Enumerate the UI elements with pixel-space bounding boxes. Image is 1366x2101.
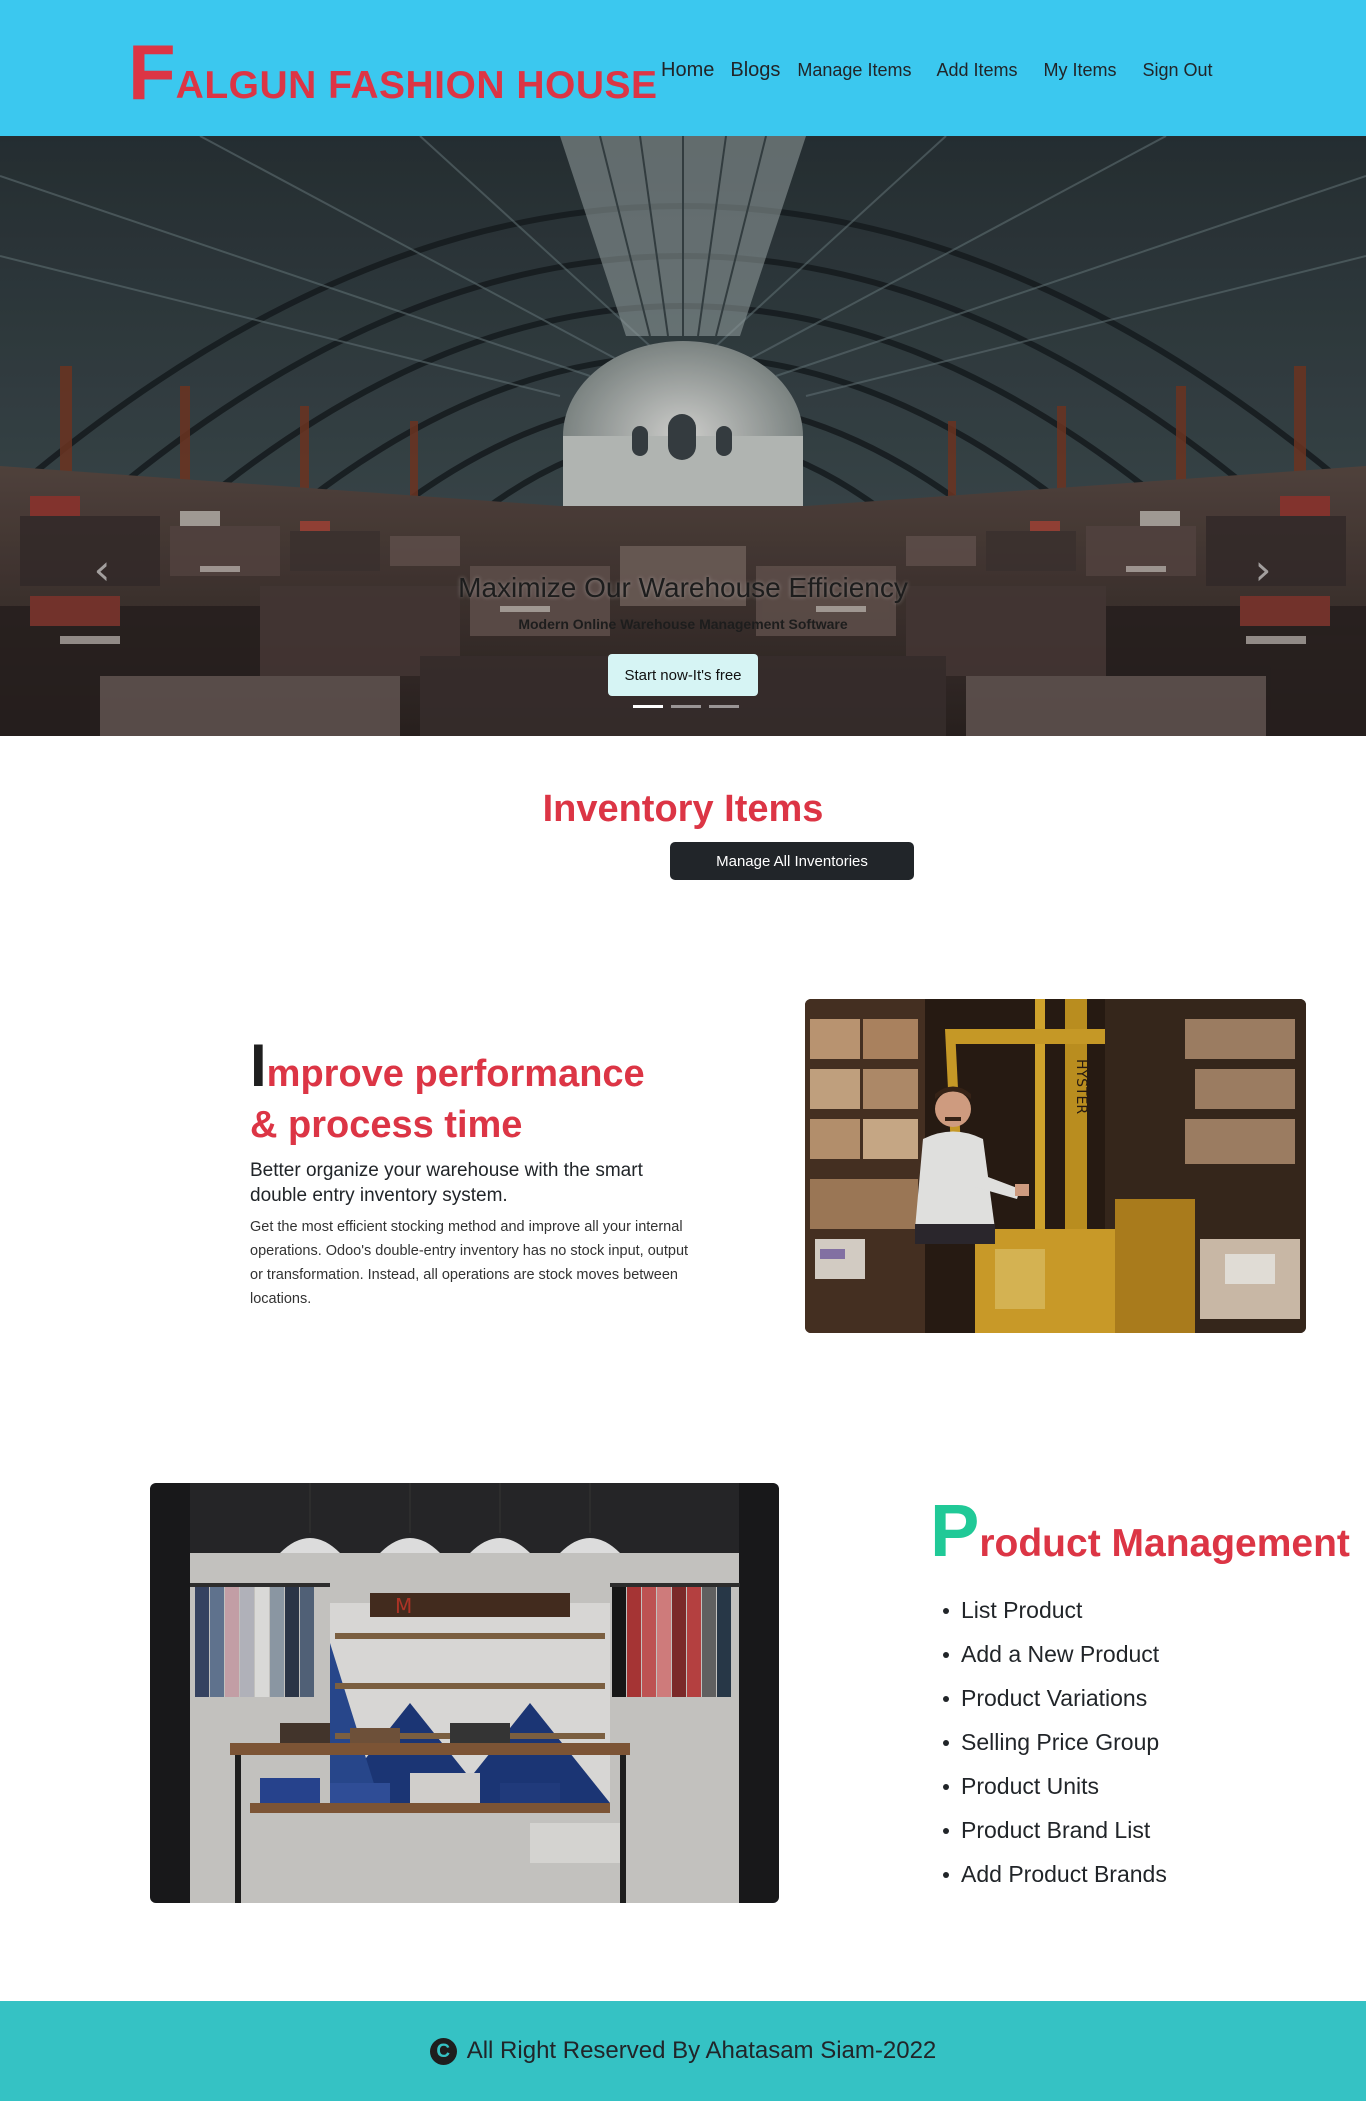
copyright-icon: C [429, 2037, 457, 2065]
nav-links: Home Blogs Manage Items Add Items My Ite… [661, 54, 1213, 86]
nav-link-home[interactable]: Home [661, 59, 714, 82]
list-item: Add Product Brands [940, 1852, 1167, 1896]
carousel-indicator-3[interactable] [709, 705, 739, 708]
start-now-button[interactable]: Start now-It's free [608, 654, 758, 696]
footer-text: All Right Reserved By Ahatasam Siam-2022 [466, 2037, 937, 2064]
manage-all-inventories-button[interactable]: Manage All Inventories [670, 842, 914, 880]
hero-subtitle: Modern Online Warehouse Management Softw… [518, 616, 848, 632]
footer: C All Right Reserved By Ahatasam Siam-20… [0, 2001, 1366, 2101]
improve-title-line1: mprove performance [266, 1053, 645, 1095]
product-management-title: Product Management [930, 1494, 1350, 1579]
list-item: Product Units [940, 1764, 1167, 1808]
warehouse-market-image [0, 136, 1366, 736]
hero-title: Maximize Our Warehouse Efficiency [458, 572, 908, 603]
brand-name: ALGUN FASHION HOUSE [175, 64, 658, 107]
improve-subtitle: Better organize your warehouse with the … [250, 1160, 643, 1206]
list-item: Product Variations [940, 1676, 1167, 1720]
product-title-initial: P [930, 1489, 980, 1572]
improve-title: Improve performance & process time [250, 1036, 720, 1151]
carousel-indicator-2[interactable] [671, 705, 701, 708]
improve-title-line2: & process time [250, 1104, 523, 1146]
improve-body: Get the most efficient stocking method a… [250, 1219, 689, 1307]
improve-title-initial: I [250, 1032, 267, 1099]
nav-link-my-items[interactable]: My Items [1044, 60, 1117, 81]
list-item: Selling Price Group [940, 1720, 1167, 1764]
product-feature-list: List Product Add a New Product Product V… [940, 1588, 1167, 1896]
forklift-worker-image: HYSTER [805, 999, 1306, 1333]
nav-link-blogs[interactable]: Blogs [730, 59, 780, 82]
brand-initial: F [128, 28, 176, 116]
carousel-indicator-1[interactable] [633, 705, 663, 708]
top-navbar: F ALGUN FASHION HOUSE Home Blogs Manage … [0, 0, 1366, 136]
brand-logo[interactable]: F ALGUN FASHION HOUSE [128, 28, 658, 116]
clothing-store-image: M [150, 1483, 779, 1903]
footer-content: C All Right Reserved By Ahatasam Siam-20… [0, 2001, 1366, 2101]
inventory-title: Inventory Items [542, 788, 824, 830]
hero-carousel: ‹ › Maximize Our Warehouse Efficiency Mo… [0, 136, 1366, 736]
list-item: Product Brand List [940, 1808, 1167, 1852]
carousel-indicators [633, 705, 739, 708]
nav-link-add-items[interactable]: Add Items [936, 60, 1017, 81]
list-item: List Product [940, 1588, 1167, 1632]
nav-link-sign-out[interactable]: Sign Out [1143, 60, 1213, 81]
list-item: Add a New Product [940, 1632, 1167, 1676]
nav-link-manage-items[interactable]: Manage Items [797, 60, 911, 81]
product-title-rest: roduct Management [979, 1522, 1350, 1565]
